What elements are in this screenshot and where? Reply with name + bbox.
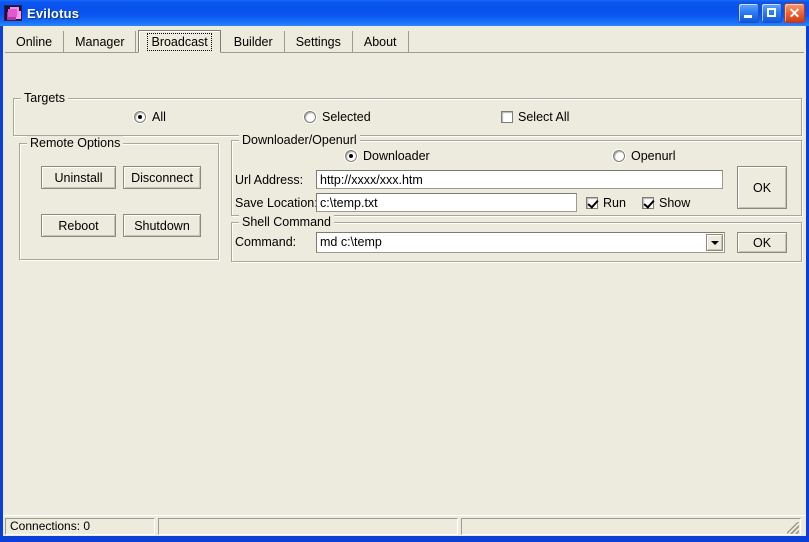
shell-ok-label: OK — [753, 236, 771, 250]
client-area: Online Manager Broadcast Builder Setting… — [3, 26, 806, 536]
uninstall-button[interactable]: Uninstall — [41, 166, 116, 189]
caption-button-group: ✕ — [738, 3, 805, 23]
close-icon: ✕ — [785, 4, 804, 22]
checkbox-unchecked-icon — [501, 111, 513, 123]
minimize-button[interactable] — [738, 3, 759, 23]
close-button[interactable]: ✕ — [784, 3, 805, 23]
radio-selected-icon — [345, 150, 357, 162]
tab-label: About — [364, 35, 397, 49]
radio-unselected-icon — [304, 111, 316, 123]
status-panel-right — [461, 518, 801, 535]
radio-downloader[interactable]: Downloader — [345, 149, 430, 163]
checkbox-show[interactable]: Show — [642, 196, 690, 210]
radio-openurl[interactable]: Openurl — [613, 149, 675, 163]
maximize-icon — [767, 8, 776, 17]
tab-label: Builder — [234, 35, 273, 49]
status-panel-middle — [158, 518, 458, 535]
tab-builder[interactable]: Builder — [223, 31, 285, 53]
tab-about[interactable]: About — [353, 31, 409, 53]
maximize-button[interactable] — [761, 3, 782, 23]
chevron-down-icon[interactable] — [706, 234, 723, 251]
tab-label: Settings — [296, 35, 341, 49]
disconnect-button-label: Disconnect — [131, 171, 193, 185]
tab-settings[interactable]: Settings — [285, 31, 353, 53]
save-location-label: Save Location: — [235, 196, 318, 210]
status-bar: Connections: 0 — [3, 515, 806, 536]
resize-grip-icon[interactable] — [787, 522, 799, 534]
command-combobox[interactable]: md c:\temp — [316, 232, 725, 253]
radio-downloader-label: Downloader — [363, 149, 430, 163]
title-bar: Evilotus ✕ — [0, 0, 809, 26]
shell-ok-button[interactable]: OK — [737, 232, 787, 253]
tab-strip: Online Manager Broadcast Builder Setting… — [5, 28, 804, 53]
checkbox-select-all[interactable]: Select All — [501, 110, 569, 124]
status-connections: Connections: 0 — [5, 518, 155, 535]
checkbox-checked-icon — [642, 197, 654, 209]
radio-selected-icon — [134, 111, 146, 123]
radio-all-label: All — [152, 110, 166, 124]
tab-label: Online — [16, 35, 52, 49]
radio-selected-label: Selected — [322, 110, 371, 124]
checkbox-run[interactable]: Run — [586, 196, 626, 210]
radio-all[interactable]: All — [134, 110, 166, 124]
tab-manager[interactable]: Manager — [64, 31, 136, 53]
radio-selected[interactable]: Selected — [304, 110, 371, 124]
remote-options-group: Remote Options — [19, 143, 219, 260]
radio-unselected-icon — [613, 150, 625, 162]
tab-online[interactable]: Online — [5, 31, 64, 53]
disconnect-button[interactable]: Disconnect — [123, 166, 201, 189]
application-window: Evilotus ✕ Online Manager Broadcast — [0, 0, 809, 542]
downloader-group-caption: Downloader/Openurl — [239, 133, 360, 147]
url-address-label: Url Address: — [235, 173, 303, 187]
tab-label: Manager — [75, 35, 124, 49]
checkbox-checked-icon — [586, 197, 598, 209]
command-combobox-value: md c:\temp — [320, 235, 382, 250]
downloader-ok-label: OK — [753, 181, 771, 195]
url-address-input[interactable]: http://xxxx/xxx.htm — [316, 170, 723, 189]
app-icon — [4, 5, 22, 21]
window-title: Evilotus — [27, 6, 79, 21]
shutdown-button-label: Shutdown — [134, 219, 190, 233]
targets-group: Targets All Selected Select All — [13, 98, 802, 136]
checkbox-select-all-label: Select All — [518, 110, 569, 124]
checkbox-run-label: Run — [603, 196, 626, 210]
minimize-icon — [744, 15, 752, 18]
shell-command-caption: Shell Command — [239, 215, 334, 229]
shutdown-button[interactable]: Shutdown — [123, 214, 201, 237]
downloader-ok-button[interactable]: OK — [737, 166, 787, 209]
save-location-input[interactable]: c:\temp.txt — [316, 193, 577, 212]
targets-group-caption: Targets — [21, 91, 68, 105]
tab-broadcast[interactable]: Broadcast — [138, 30, 220, 53]
reboot-button[interactable]: Reboot — [41, 214, 116, 237]
remote-options-caption: Remote Options — [27, 136, 123, 150]
uninstall-button-label: Uninstall — [55, 171, 103, 185]
reboot-button-label: Reboot — [58, 219, 98, 233]
tab-label: Broadcast — [147, 33, 211, 51]
radio-openurl-label: Openurl — [631, 149, 675, 163]
command-label: Command: — [235, 235, 296, 249]
checkbox-show-label: Show — [659, 196, 690, 210]
